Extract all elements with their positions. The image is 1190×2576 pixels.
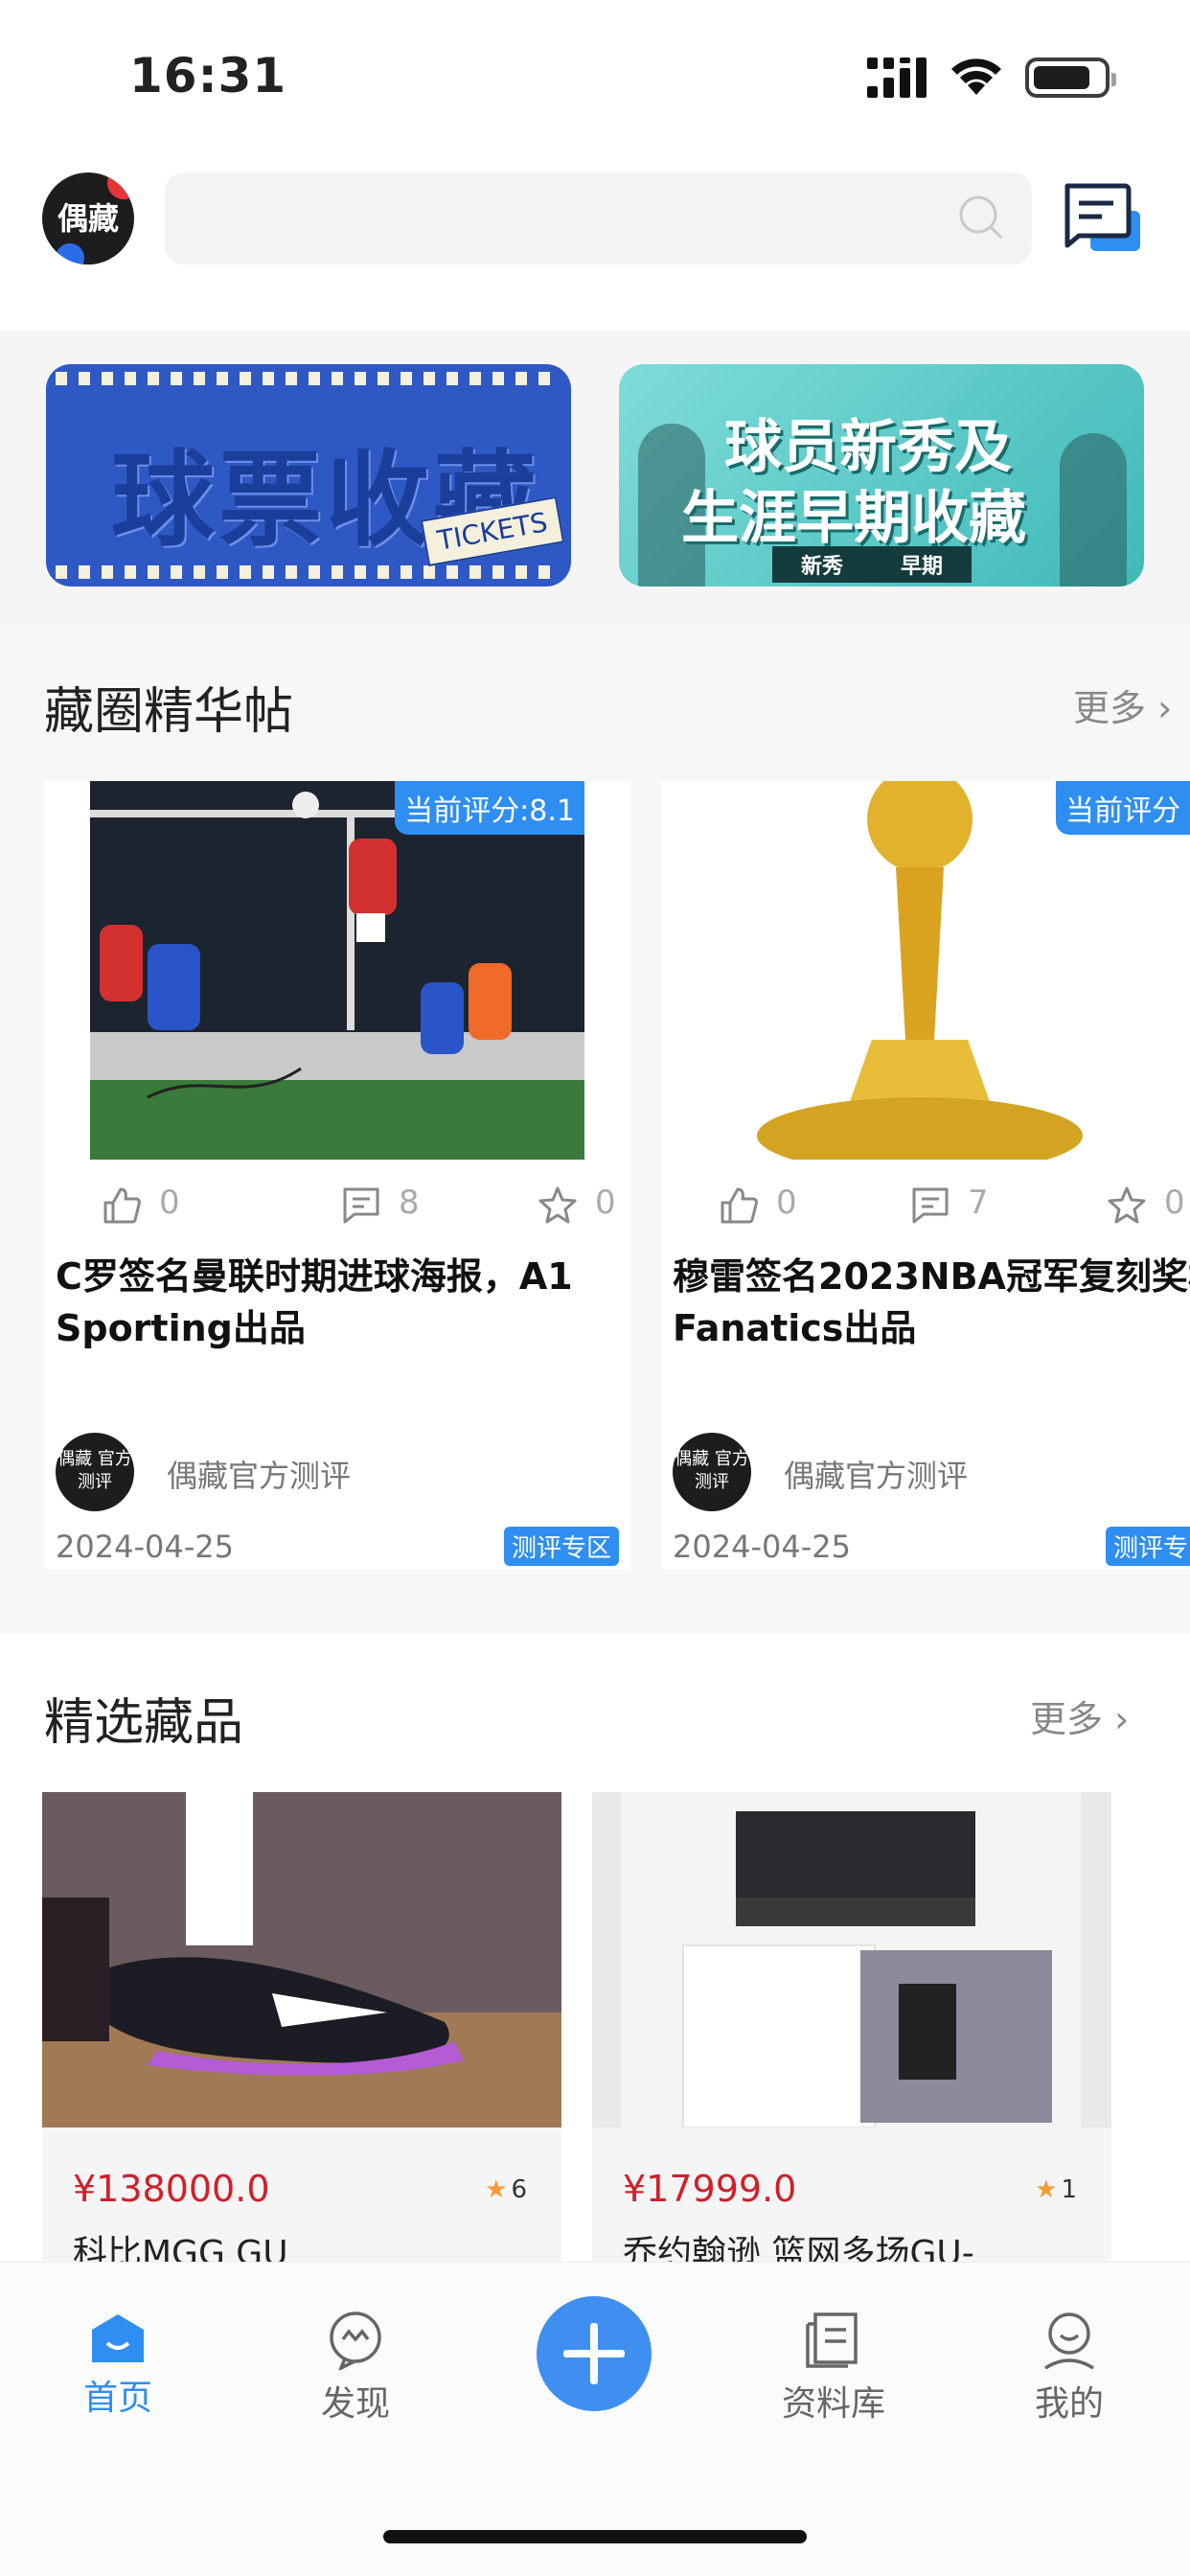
- author-name[interactable]: 偶藏官方测评: [167, 1452, 351, 1496]
- like-icon[interactable]: [719, 1185, 759, 1226]
- item-price: ¥138000.0: [73, 2168, 270, 2210]
- item-card[interactable]: ¥138000.0 ★ 6 科比MGG GU: [42, 1792, 561, 2290]
- post-title: 穆雷签名2023NBA冠军复刻奖杯Fanatics出品: [673, 1255, 1190, 1349]
- post-image: 当前评分:8.1: [90, 781, 584, 1160]
- battery-icon: [1025, 58, 1116, 98]
- app-header: 偶藏: [0, 144, 1190, 331]
- library-icon: [806, 2312, 858, 2368]
- search-input[interactable]: [165, 172, 1032, 264]
- cellular-signal-icon: [867, 58, 927, 98]
- comment-icon[interactable]: [910, 1185, 950, 1226]
- post-image: 当前评分: [661, 781, 1190, 1160]
- item-rating: ★ 6: [485, 2175, 527, 2204]
- message-icon[interactable]: [1062, 182, 1144, 257]
- post-title: C罗签名曼联时期进球海报，A1 Sporting出品: [56, 1255, 573, 1349]
- tab-home[interactable]: 首页: [79, 2311, 157, 2420]
- item-image: [592, 1792, 1111, 2128]
- search-icon: [959, 196, 1003, 240]
- favorite-count: 0: [1164, 1184, 1185, 1222]
- like-icon[interactable]: [102, 1185, 142, 1226]
- star-icon[interactable]: [1107, 1185, 1147, 1226]
- more-link[interactable]: 更多 ›: [1030, 1690, 1129, 1742]
- tab-label: 首页: [82, 2379, 152, 2418]
- banner-tickets[interactable]: 球票收藏 TICKETS: [46, 364, 571, 586]
- wifi-icon: [951, 58, 1001, 95]
- post-date: 2024-04-25: [56, 1529, 234, 1565]
- selected-items-section: 精选藏品 更多 › ¥138000.0 ★ 6 科比MGG GU ¥17999.…: [0, 1634, 1190, 2290]
- author-avatar[interactable]: 偶藏 官方测评: [56, 1433, 134, 1511]
- tab-mine[interactable]: 我的: [1030, 2311, 1109, 2426]
- post-card[interactable]: 当前评分 0 7 0 穆雷签名2023NBA冠军复刻奖杯Fanatics出品 偶…: [661, 781, 1190, 1569]
- post-tag[interactable]: 测评专区: [503, 1527, 619, 1566]
- star-icon: ★: [485, 2175, 508, 2204]
- tab-label: 发现: [320, 2384, 390, 2424]
- section-title: 精选藏品: [44, 1694, 244, 1752]
- favorite-count: 0: [595, 1184, 616, 1222]
- item-price: ¥17999.0: [623, 2168, 797, 2210]
- author-avatar[interactable]: 偶藏 官方测评: [673, 1433, 751, 1511]
- post-date: 2024-04-25: [673, 1529, 851, 1565]
- item-card[interactable]: ¥17999.0 ★ 1 乔约翰逊 篮网多场GU-: [592, 1792, 1111, 2290]
- post-tag[interactable]: 测评专: [1105, 1527, 1190, 1566]
- featured-posts-section: 藏圈精华帖 更多 › 当前评分:8.1 0 8 0 C罗签名曼联时期进球海报，A…: [0, 623, 1190, 1634]
- more-link[interactable]: 更多 ›: [1073, 678, 1172, 731]
- comment-count: 7: [968, 1184, 989, 1222]
- home-icon: [92, 2314, 144, 2362]
- banner-rookie[interactable]: 球员新秀及 生涯早期收藏 新秀 早期: [619, 364, 1144, 586]
- banner-carousel: 球票收藏 TICKETS 球员新秀及 生涯早期收藏 新秀 早期: [0, 331, 1190, 623]
- section-title: 藏圈精华帖: [44, 683, 294, 741]
- score-badge: 当前评分: [1056, 781, 1190, 835]
- score-badge: 当前评分:8.1: [395, 781, 584, 835]
- banner-rookie-line2: 生涯早期收藏: [681, 485, 1026, 552]
- tab-discover[interactable]: 发现: [316, 2311, 395, 2426]
- item-rating: ★ 1: [1035, 2175, 1077, 2204]
- like-count: 0: [776, 1184, 797, 1222]
- add-button[interactable]: [537, 2296, 652, 2411]
- home-indicator: [383, 2530, 807, 2543]
- comment-icon[interactable]: [341, 1185, 381, 1226]
- star-icon[interactable]: [538, 1185, 578, 1226]
- comment-count: 8: [399, 1184, 420, 1222]
- item-image: [42, 1792, 561, 2128]
- discover-icon: [330, 2312, 381, 2370]
- profile-icon: [1044, 2312, 1094, 2370]
- tab-bar: 首页 发现 资料库 我的: [0, 2262, 1190, 2576]
- like-count: 0: [159, 1184, 180, 1222]
- banner-rookie-tag: 早期: [872, 546, 973, 583]
- status-bar: 16:31: [0, 0, 1190, 144]
- tab-label: 我的: [1034, 2384, 1104, 2424]
- tab-label: 资料库: [781, 2384, 885, 2424]
- author-name[interactable]: 偶藏官方测评: [784, 1452, 968, 1496]
- tab-library[interactable]: 资料库: [776, 2311, 891, 2426]
- star-icon: ★: [1035, 2175, 1058, 2204]
- post-card[interactable]: 当前评分:8.1 0 8 0 C罗签名曼联时期进球海报，A1 Sporting出…: [44, 781, 630, 1569]
- app-logo[interactable]: 偶藏: [42, 172, 134, 264]
- banner-rookie-tag: 新秀: [772, 546, 873, 583]
- status-time: 16:31: [129, 48, 287, 104]
